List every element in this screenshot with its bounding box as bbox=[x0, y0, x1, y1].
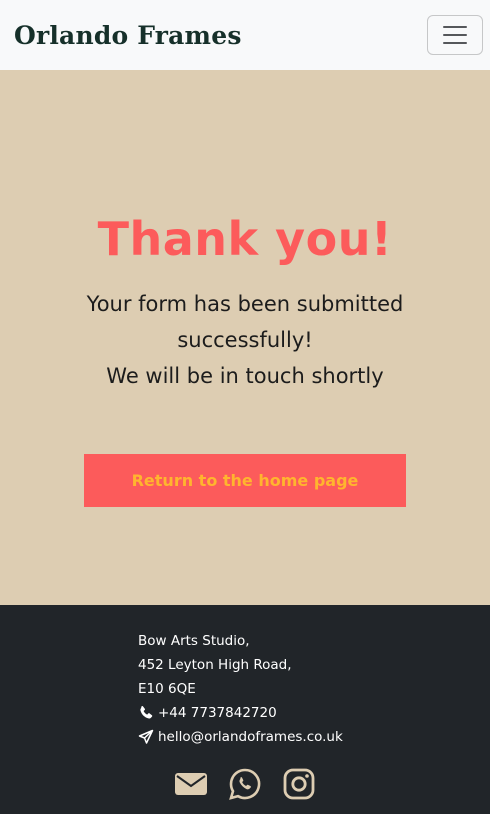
return-home-button[interactable]: Return to the home page bbox=[84, 454, 406, 507]
email-address: hello@orlandoframes.co.uk bbox=[158, 729, 343, 745]
instagram-icon[interactable] bbox=[282, 767, 316, 801]
message-line-2: We will be in touch shortly bbox=[106, 364, 384, 388]
menu-toggle-button[interactable] bbox=[427, 15, 483, 55]
page-title: Thank you! bbox=[97, 212, 393, 266]
brand-logo[interactable]: Orlando Frames bbox=[14, 21, 242, 50]
address-line-2: 452 Leyton High Road, bbox=[138, 657, 292, 673]
thank-you-section: Thank you! Your form has been submitted … bbox=[0, 70, 490, 605]
email-contact[interactable]: hello@orlandoframes.co.uk bbox=[138, 725, 343, 749]
navbar: Orlando Frames bbox=[0, 0, 490, 70]
address-line-3: E10 6QE bbox=[138, 681, 196, 697]
phone-contact[interactable]: +44 7737842720 bbox=[138, 701, 343, 725]
paper-plane-icon bbox=[138, 729, 154, 744]
phone-icon bbox=[140, 705, 153, 719]
message-line-1: Your form has been submitted successfull… bbox=[86, 292, 404, 352]
social-links bbox=[0, 767, 490, 801]
hamburger-menu-icon bbox=[443, 26, 467, 28]
phone-number: +44 7737842720 bbox=[158, 705, 277, 721]
whatsapp-icon[interactable] bbox=[228, 767, 262, 801]
envelope-icon[interactable] bbox=[174, 767, 208, 801]
address-line-1: Bow Arts Studio, bbox=[138, 633, 250, 649]
contact-details: Bow Arts Studio, 452 Leyton High Road, E… bbox=[138, 629, 343, 749]
confirmation-message: Your form has been submitted successfull… bbox=[60, 286, 430, 394]
footer: Bow Arts Studio, 452 Leyton High Road, E… bbox=[0, 605, 490, 814]
